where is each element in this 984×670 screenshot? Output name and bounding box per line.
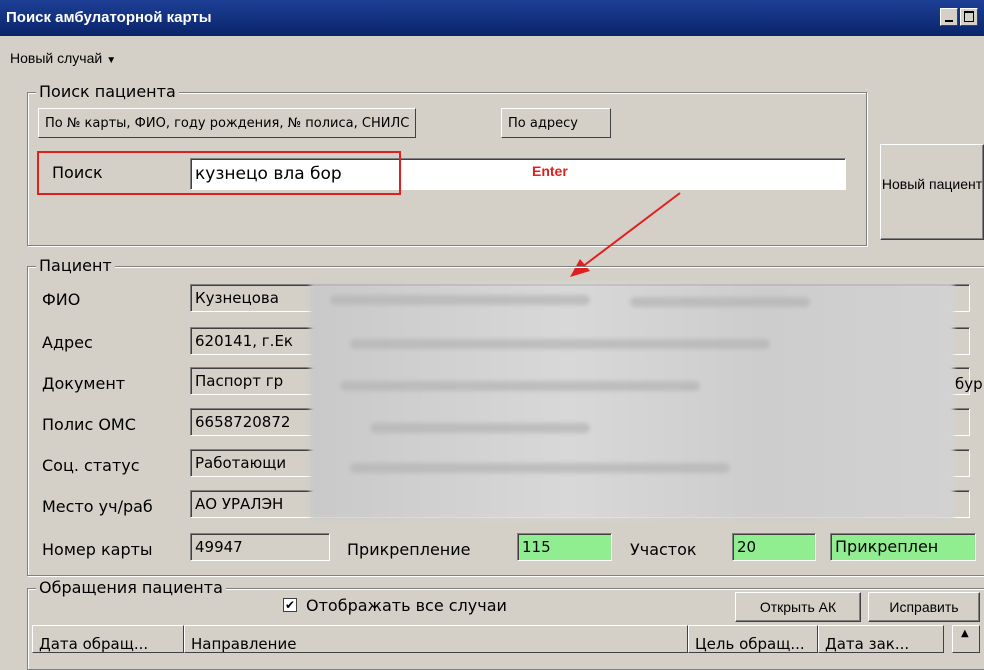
district-label: Участок xyxy=(630,540,697,559)
patient-search-legend: Поиск пациента xyxy=(36,82,179,102)
open-ak-label: Открыть АК xyxy=(759,599,837,615)
maximize-icon[interactable] xyxy=(960,8,978,26)
column-header-close-date[interactable]: Дата зак... xyxy=(818,625,944,653)
card-number-field[interactable]: 49947 xyxy=(190,533,330,561)
patient-legend: Пациент xyxy=(36,256,115,276)
column-header-direction[interactable]: Направление xyxy=(184,625,688,653)
tab-by-address-label: По адресу xyxy=(508,116,578,131)
new-case-label: Новый случай xyxy=(10,50,103,66)
new-patient-button[interactable]: Новый пациент xyxy=(880,144,984,240)
attachment-label: Прикрепление xyxy=(347,540,471,559)
new-case-menu[interactable]: Новый случай ▼ xyxy=(10,50,116,66)
open-ak-button[interactable]: Открыть АК xyxy=(735,592,861,622)
edit-label: Исправить xyxy=(889,599,959,615)
search-highlight-box xyxy=(37,151,401,195)
attachment-status-field[interactable]: Прикреплен xyxy=(830,533,976,561)
menu-bar: Новый случай ▼ xyxy=(0,36,984,82)
minimize-icon[interactable] xyxy=(940,8,958,26)
district-field[interactable]: 20 xyxy=(732,533,816,561)
show-all-label: Отображать все случаи xyxy=(306,596,507,615)
card-number-label: Номер карты xyxy=(42,540,153,559)
chevron-down-icon: ▼ xyxy=(106,55,117,66)
document-label: Документ xyxy=(42,374,126,393)
workplace-label: Место уч/раб xyxy=(42,497,153,516)
tab-by-card[interactable]: По № карты, ФИО, году рождения, № полиса… xyxy=(38,108,417,138)
document-field-overflow-text: бур xyxy=(955,375,983,393)
column-header-purpose[interactable]: Цель обращ... xyxy=(688,625,818,653)
fio-label: ФИО xyxy=(42,290,81,309)
new-patient-label: Новый пациент xyxy=(881,176,983,192)
enter-annotation: Enter xyxy=(532,163,568,179)
social-status-label: Соц. статус xyxy=(42,456,140,475)
edit-button[interactable]: Исправить xyxy=(868,592,980,622)
tab-by-card-label: По № карты, ФИО, году рождения, № полиса… xyxy=(45,116,410,131)
attachment-field[interactable]: 115 xyxy=(517,533,612,561)
oms-policy-label: Полис ОМС xyxy=(42,415,136,434)
column-header-date[interactable]: Дата обращ... xyxy=(32,625,184,653)
window-title: Поиск амбулаторной карты xyxy=(6,9,212,26)
address-label: Адрес xyxy=(42,333,93,352)
show-all-checkbox[interactable]: ✔ xyxy=(283,598,297,612)
redacted-area xyxy=(310,283,954,519)
tab-by-address[interactable]: По адресу xyxy=(501,108,611,138)
title-bar: Поиск амбулаторной карты xyxy=(0,0,984,36)
visits-legend: Обращения пациента xyxy=(36,578,226,598)
visits-table-header: Дата обращ... Направление Цель обращ... … xyxy=(32,625,984,653)
scroll-up-icon[interactable]: ▲ xyxy=(952,625,980,653)
